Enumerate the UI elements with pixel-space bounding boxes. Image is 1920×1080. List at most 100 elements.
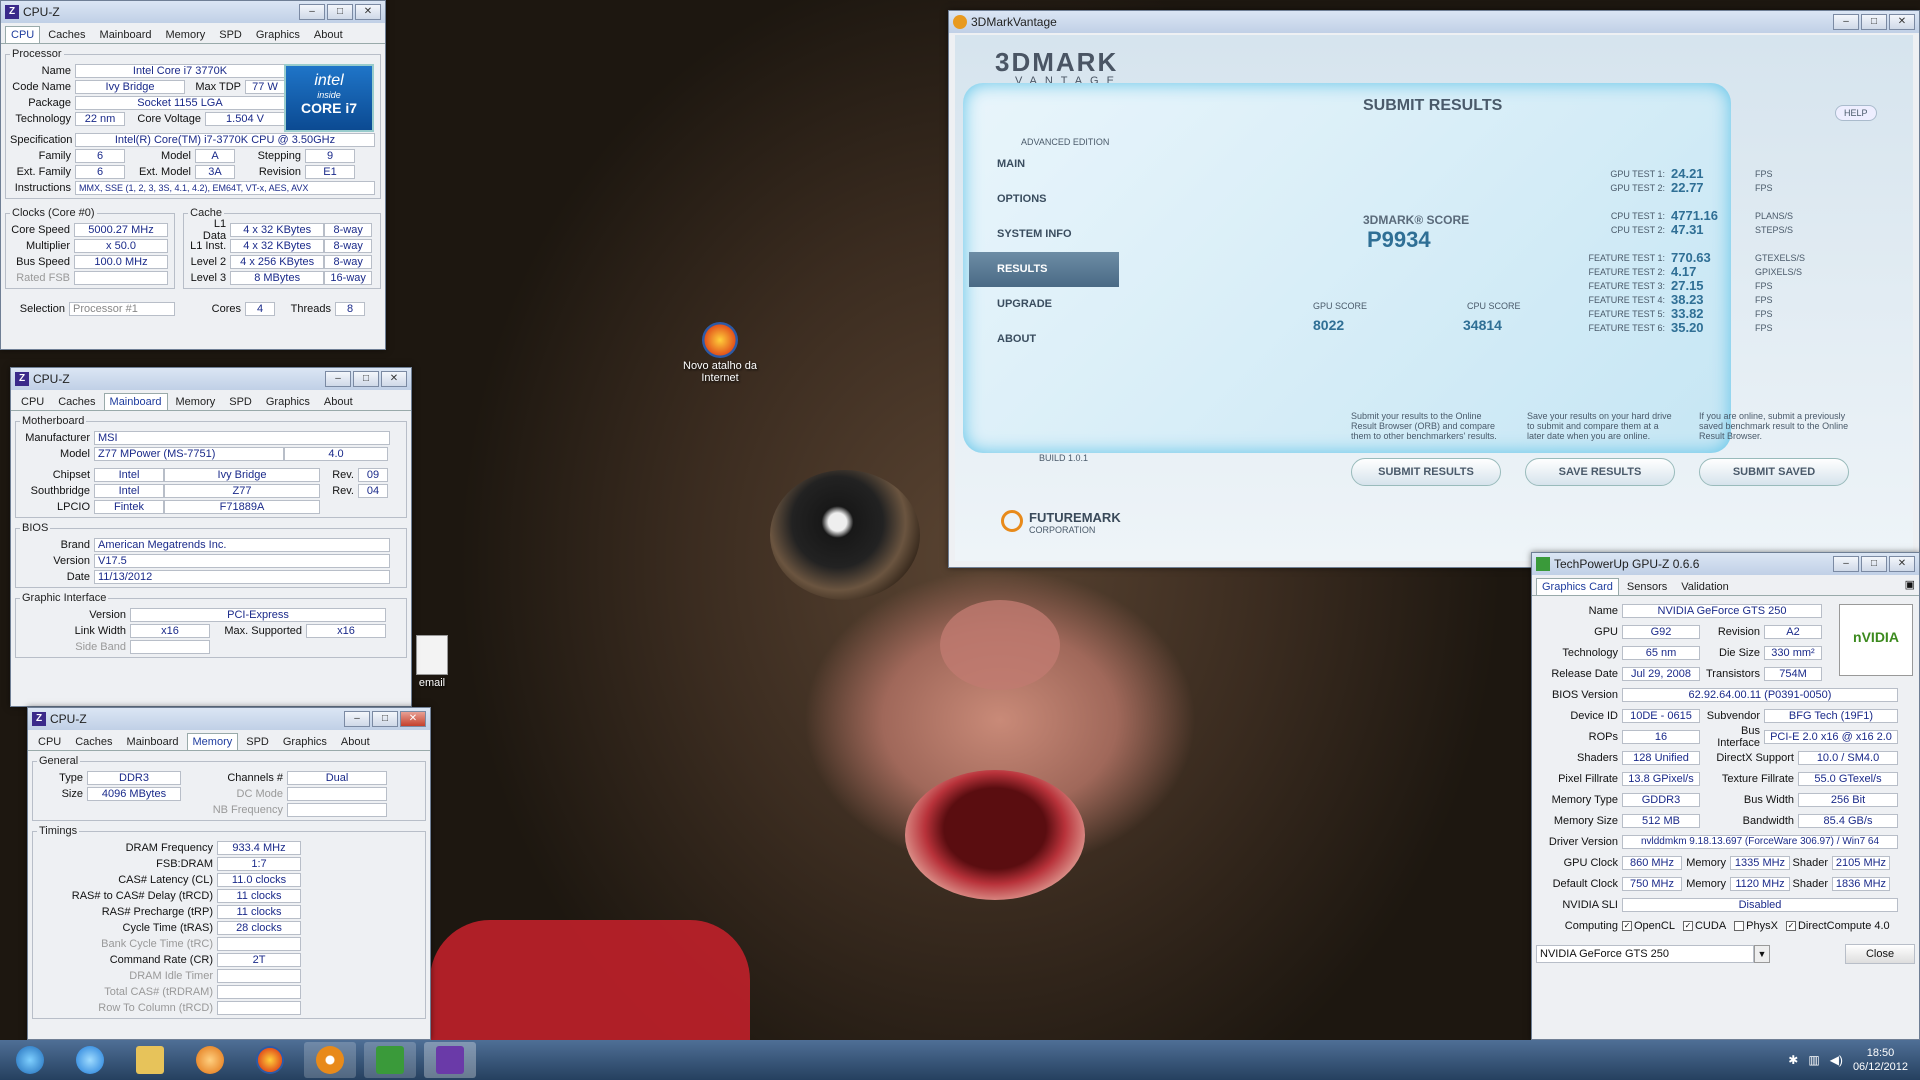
tab-mainboard[interactable]: Mainboard <box>103 393 168 410</box>
tab-memory[interactable]: Memory <box>170 393 222 410</box>
bluetooth-icon[interactable]: ✱ <box>1788 1053 1798 1067</box>
maximize-button[interactable]: □ <box>353 371 379 387</box>
maximize-button[interactable]: □ <box>1861 14 1887 30</box>
label: Die Size <box>1719 647 1760 659</box>
taskbar-gpuz[interactable] <box>364 1042 416 1078</box>
test-value: 22.77 <box>1671 180 1704 195</box>
taskbar-3dmark[interactable] <box>304 1042 356 1078</box>
save-results-button[interactable]: SAVE RESULTS <box>1525 458 1675 486</box>
tab-graphics-card[interactable]: Graphics Card <box>1536 578 1619 595</box>
title-bar: Z CPU-Z – □ ✕ <box>11 368 411 390</box>
processor-group: Processor Name Intel Core i7 3770K Code N… <box>5 48 381 199</box>
futuremark-logo: FUTUREMARK <box>1029 510 1121 525</box>
close-button[interactable]: ✕ <box>355 4 381 20</box>
tab-graphics[interactable]: Graphics <box>250 26 306 43</box>
chevron-down-icon[interactable]: ▼ <box>1754 945 1770 963</box>
network-icon[interactable]: ▥ <box>1808 1053 1819 1067</box>
cpu-score-label: CPU SCORE <box>1467 301 1521 311</box>
cuda-checkbox[interactable]: ✓ <box>1682 921 1693 931</box>
maximize-button[interactable]: □ <box>1861 556 1887 572</box>
tab-caches[interactable]: Caches <box>52 393 101 410</box>
label: Memory Type <box>1551 794 1618 806</box>
tab-caches[interactable]: Caches <box>42 26 91 43</box>
maximize-button[interactable]: □ <box>327 4 353 20</box>
gpuz-window: TechPowerUp GPU-Z 0.6.6 – □ ✕ Graphics Car… <box>1531 552 1920 1040</box>
label: Driver Version <box>1548 836 1618 848</box>
taskbar-cpuz[interactable] <box>424 1042 476 1078</box>
nav-upgrade[interactable]: UPGRADE <box>969 287 1119 322</box>
tab-memory[interactable]: Memory <box>186 733 239 750</box>
revision-value: A2 <box>1764 625 1822 639</box>
nav-about[interactable]: ABOUT <box>969 322 1119 357</box>
tab-validation[interactable]: Validation <box>1675 578 1735 595</box>
label: GPU Clock <box>1563 857 1618 869</box>
model-value: A <box>195 148 235 163</box>
command-rate-value: 2T <box>217 952 301 967</box>
close-button[interactable]: ✕ <box>381 371 407 387</box>
tab-bar: CPU Caches Mainboard Memory SPD Graphics About <box>11 390 411 411</box>
opencl-label: OpenCL <box>1634 920 1675 932</box>
taskbar-media-player[interactable] <box>184 1042 236 1078</box>
minimize-button[interactable]: – <box>299 4 325 20</box>
label: Revision <box>258 165 301 178</box>
opencl-checkbox[interactable]: ✓ <box>1622 921 1632 931</box>
submit-saved-button[interactable]: SUBMIT SAVED <box>1699 458 1849 486</box>
volume-icon[interactable]: ◀) <box>1830 1053 1843 1067</box>
stepping-value: 9 <box>305 148 355 163</box>
maximize-button[interactable]: □ <box>372 711 398 727</box>
tab-about[interactable]: About <box>335 733 376 750</box>
taskbar-explorer[interactable] <box>124 1042 176 1078</box>
tab-mainboard[interactable]: Mainboard <box>94 26 158 43</box>
intel-core-i7-logo: intel inside CORE i7 <box>284 64 374 132</box>
submit-results-button[interactable]: SUBMIT RESULTS <box>1351 458 1501 486</box>
family-value: 6 <box>75 148 125 163</box>
close-button[interactable]: ✕ <box>1889 14 1915 30</box>
tab-graphics[interactable]: Graphics <box>260 393 316 410</box>
help-button[interactable]: HELP <box>1835 105 1877 121</box>
close-button[interactable]: ✕ <box>1889 556 1915 572</box>
tab-cpu[interactable]: CPU <box>5 26 41 43</box>
camera-icon[interactable]: ▣ <box>1905 578 1915 595</box>
taskbar-firefox[interactable] <box>244 1042 296 1078</box>
group-legend: Graphic Interface <box>22 592 107 604</box>
tab-spd[interactable]: SPD <box>213 26 248 43</box>
physx-checkbox[interactable] <box>1734 921 1745 931</box>
wallpaper-nose <box>940 600 1060 690</box>
side-band-value <box>130 639 210 654</box>
gpu-select-dropdown[interactable]: NVIDIA GeForce GTS 250 <box>1536 945 1754 963</box>
tab-mainboard[interactable]: Mainboard <box>121 733 185 750</box>
close-button[interactable]: Close <box>1845 944 1915 964</box>
tab-graphics[interactable]: Graphics <box>277 733 333 750</box>
taskbar-ie[interactable] <box>64 1042 116 1078</box>
release-date-value: Jul 29, 2008 <box>1622 667 1700 681</box>
tab-spd[interactable]: SPD <box>240 733 275 750</box>
tab-spd[interactable]: SPD <box>223 393 258 410</box>
minimize-button[interactable]: – <box>325 371 351 387</box>
tab-caches[interactable]: Caches <box>69 733 118 750</box>
clock[interactable]: 18:50 06/12/2012 <box>1853 1046 1908 1074</box>
directx-value: 10.0 / SM4.0 <box>1798 751 1898 765</box>
tab-sensors[interactable]: Sensors <box>1621 578 1673 595</box>
tab-cpu[interactable]: CPU <box>15 393 50 410</box>
desktop-icon-internet-shortcut[interactable]: Novo atalho da Internet <box>675 322 765 384</box>
label: Stepping <box>257 149 301 162</box>
nav-options[interactable]: OPTIONS <box>969 182 1119 217</box>
tab-about[interactable]: About <box>318 393 359 410</box>
tab-about[interactable]: About <box>308 26 349 43</box>
processor-select[interactable]: Processor #1 <box>69 301 175 316</box>
label: Shaders <box>1577 752 1618 764</box>
nav-system-info[interactable]: SYSTEM INFO <box>969 217 1119 252</box>
label: Core Voltage <box>137 112 201 125</box>
minimize-button[interactable]: – <box>344 711 370 727</box>
minimize-button[interactable]: – <box>1833 556 1859 572</box>
tab-memory[interactable]: Memory <box>160 26 212 43</box>
start-button[interactable] <box>4 1042 56 1078</box>
nav-results[interactable]: RESULTS <box>969 252 1119 287</box>
label: Cores <box>211 302 241 315</box>
directcompute-checkbox[interactable]: ✓ <box>1785 921 1796 931</box>
close-button[interactable]: ✕ <box>400 711 426 727</box>
bandwidth-value: 85.4 GB/s <box>1798 814 1898 828</box>
tab-cpu[interactable]: CPU <box>32 733 67 750</box>
nav-main[interactable]: MAIN <box>969 147 1119 182</box>
minimize-button[interactable]: – <box>1833 14 1859 30</box>
